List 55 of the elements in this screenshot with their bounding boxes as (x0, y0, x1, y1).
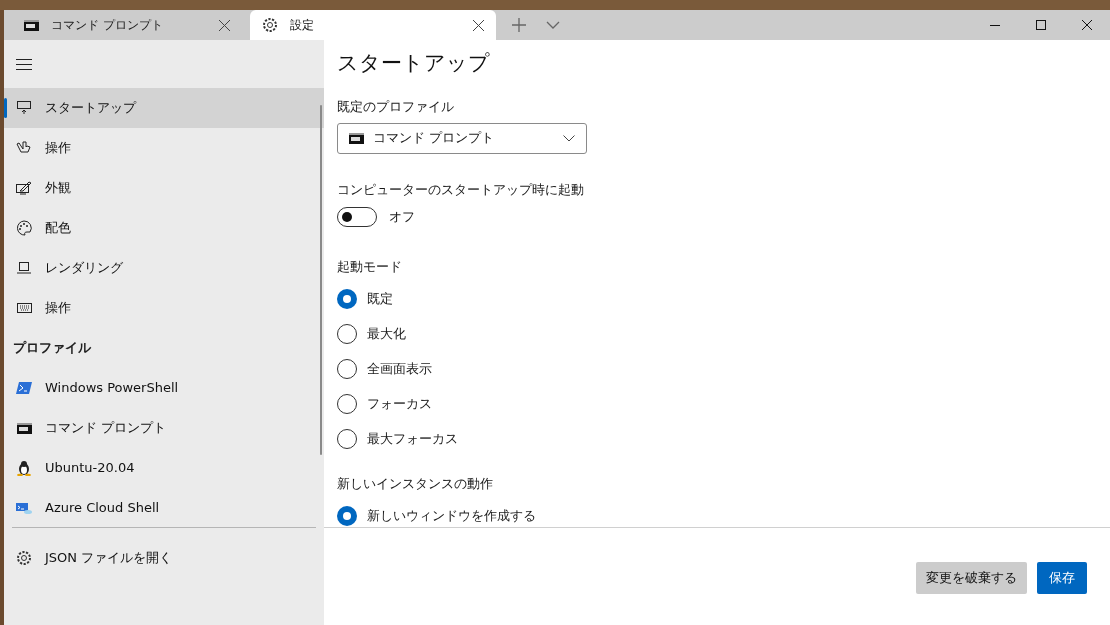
selection-indicator (4, 98, 7, 118)
sidebar-item[interactable]: Windows PowerShell (4, 368, 324, 408)
sidebar-item[interactable]: 操作 (4, 288, 324, 328)
terminal-icon (16, 422, 32, 434)
penguin-icon (17, 460, 31, 476)
discard-button[interactable]: 変更を破棄する (916, 562, 1027, 594)
sidebar-item[interactable]: レンダリング (4, 248, 324, 288)
palette-icon (16, 220, 32, 236)
powershell-icon (16, 382, 32, 394)
radio-label: 最大フォーカス (367, 430, 458, 449)
new-tab-icon[interactable] (512, 18, 526, 32)
sidebar-item[interactable]: Ubuntu-20.04 (4, 448, 324, 488)
close-icon[interactable] (1082, 20, 1092, 30)
radio-label: フォーカス (367, 395, 432, 414)
profile-dropdown[interactable]: コマンド プロンプト (337, 122, 587, 154)
hand-pointer-icon (16, 141, 32, 155)
laptop-icon (17, 262, 31, 274)
close-icon[interactable] (219, 19, 230, 31)
sidebar-item[interactable]: 操作 (4, 128, 324, 168)
monitor-arrow-icon (17, 101, 31, 115)
sidebar-item[interactable]: 配色 (4, 208, 324, 248)
sidebar-item[interactable]: Azure Cloud Shell (4, 488, 324, 528)
save-button[interactable]: 保存 (1037, 562, 1087, 594)
settings-icon (262, 17, 278, 33)
minimize-icon[interactable] (990, 24, 1000, 26)
section-heading: プロファイル (12, 339, 92, 358)
radio-button[interactable] (337, 289, 357, 309)
radio-label: 最大化 (367, 325, 406, 344)
field-label: 既定のプロファイル (337, 98, 455, 116)
monitor-brush-icon (16, 181, 32, 195)
field-label: 新しいインスタンスの動作 (337, 474, 494, 493)
sidebar-item[interactable]: 外観 (4, 168, 324, 208)
radio-label: 全画面表示 (367, 360, 432, 379)
tab[interactable]: コマンド プロンプト (4, 10, 250, 40)
toggle-state-label: オフ (389, 208, 415, 227)
terminal-icon (349, 132, 364, 144)
settings-icon (16, 550, 32, 566)
chevron-down-icon (563, 134, 575, 142)
maximize-icon[interactable] (1036, 20, 1046, 30)
keyboard-icon (16, 303, 32, 313)
sidebar-item[interactable]: コマンド プロンプト (4, 408, 324, 448)
sidebar-item[interactable]: スタートアップ (4, 88, 324, 128)
field-label: コンピューターのスタートアップ時に起動 (337, 180, 585, 199)
dropdown-caret-icon[interactable] (546, 21, 560, 29)
field-label: 起動モード (337, 258, 403, 276)
terminal-icon (24, 19, 39, 31)
tab[interactable]: 設定 (250, 10, 496, 40)
radio-button[interactable] (337, 505, 357, 526)
page-title: スタートアップ (337, 50, 491, 77)
sidebar-item[interactable]: JSON ファイルを開く (4, 538, 324, 578)
close-icon[interactable] (473, 19, 484, 31)
menu-icon[interactable] (16, 58, 32, 70)
radio-label: 既定 (367, 290, 393, 309)
radio-label: 新しいウィンドウを作成する (367, 506, 536, 525)
cloud-terminal-icon (16, 502, 32, 514)
